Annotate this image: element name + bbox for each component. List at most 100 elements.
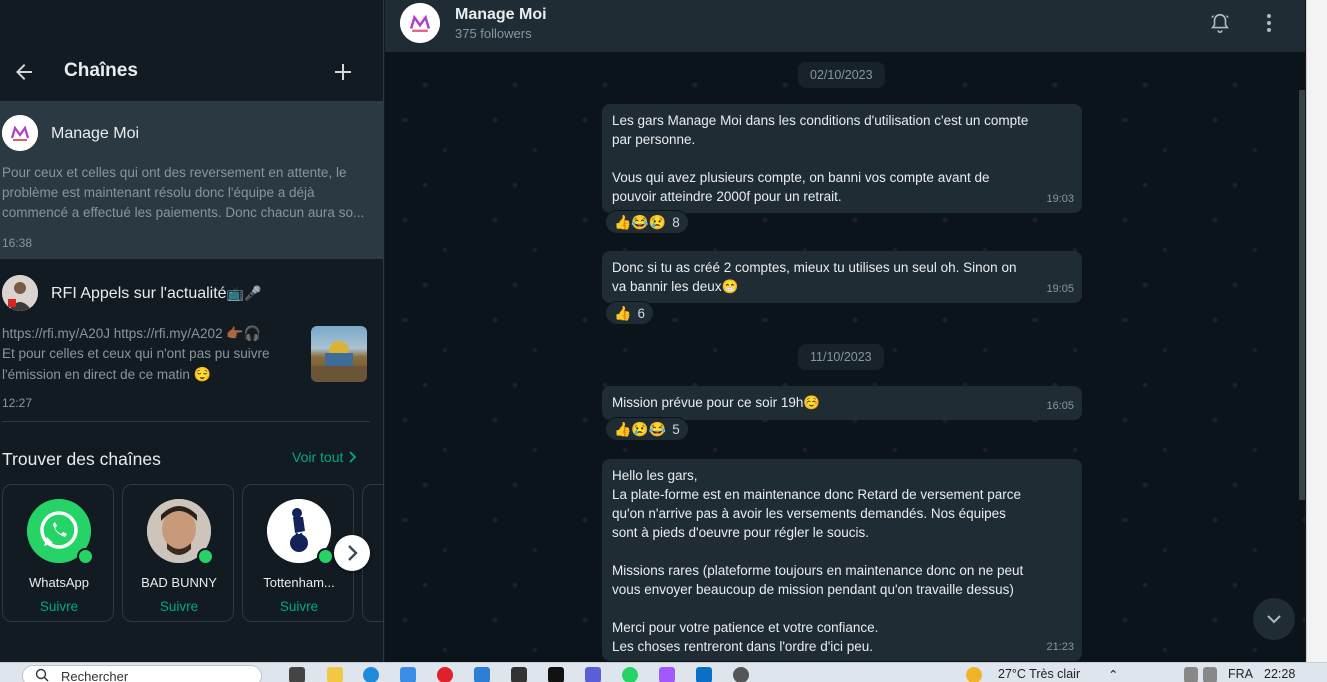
date-separator: 11/10/2023	[798, 344, 884, 370]
settings-icon[interactable]	[733, 667, 749, 682]
channels-title: Chaînes	[64, 60, 138, 81]
channel-last-message: Pour ceux et celles qui ont des reversem…	[2, 165, 365, 220]
chevron-down-icon	[1267, 615, 1281, 624]
channel-item-manage-moi[interactable]: Manage Moi Pour ceux et celles qui ont d…	[0, 101, 383, 259]
channel-name-row: RFI Appels sur l'actualité📺🎤	[51, 285, 261, 303]
channel-message-line2: Et pour celles et ceux qui n'ont pas pu …	[2, 346, 270, 382]
channel-card-bad-bunny[interactable]: BAD BUNNY Suivre	[122, 484, 234, 622]
channel-conversation: Manage Moi 375 followers 02/10/2023 Les …	[385, 0, 1305, 662]
reaction-emojis: 👍	[614, 304, 632, 321]
reaction-count: 8	[672, 214, 680, 230]
date-separator: 02/10/2023	[798, 62, 885, 88]
bell-icon[interactable]	[1209, 12, 1231, 34]
follow-button[interactable]: Suivre	[3, 599, 115, 614]
channel-item-rfi[interactable]: RFI Appels sur l'actualité📺🎤 https://rfi…	[0, 263, 383, 413]
chevron-right-icon	[348, 545, 358, 561]
card-name: WhatsApp	[29, 575, 89, 590]
message-bubble[interactable]: Donc si tu as créé 2 comptes, mieux tu u…	[602, 251, 1082, 303]
manage-moi-logo-icon	[400, 3, 440, 43]
channels-panel: Chaînes Manage Moi Pour ceux et celles q…	[0, 0, 384, 662]
see-all-link[interactable]: Voir tout	[292, 449, 357, 465]
tray-chevron-up-icon[interactable]: ⌃	[1108, 667, 1118, 682]
channel-card-whatsapp[interactable]: WhatsApp Suivre	[2, 484, 114, 622]
message-bubble[interactable]: Les gars Manage Moi dans les conditions …	[602, 104, 1082, 213]
card-name: Tottenham...	[263, 575, 335, 590]
app-window: Chaînes Manage Moi Pour ceux et celles q…	[0, 0, 1327, 682]
channel-thumbnail-image	[311, 326, 367, 382]
message-text: Les gars Manage Moi dans les conditions …	[612, 113, 1029, 204]
followers-count: 375 followers	[455, 26, 532, 41]
scroll-to-bottom-button[interactable]	[1253, 598, 1295, 640]
reactions[interactable]: 👍😂😢 8	[605, 210, 689, 234]
manage-moi-avatar[interactable]	[400, 3, 440, 43]
conversation-header[interactable]: Manage Moi 375 followers	[385, 0, 1305, 52]
channel-name: Manage Moi	[51, 125, 140, 142]
verified-badge-icon	[77, 548, 94, 565]
weather-text[interactable]: 27°C Très clair	[998, 667, 1080, 681]
search-icon	[35, 668, 49, 682]
tiktok-icon[interactable]	[548, 667, 564, 682]
language-indicator[interactable]: FRA	[1228, 667, 1253, 681]
volume-icon[interactable]	[1203, 667, 1217, 682]
reactions[interactable]: 👍 6	[605, 301, 654, 325]
rfi-person-icon	[2, 275, 38, 311]
dell-icon[interactable]	[511, 667, 527, 682]
message-text: Hello les gars, La plate-forme est en ma…	[612, 468, 1024, 654]
message-time: 16:05	[1046, 400, 1074, 412]
opera-icon[interactable]	[437, 667, 453, 682]
file-explorer-icon[interactable]	[327, 667, 343, 682]
message-text: Mission prévue pour ce soir 19h☺️	[612, 395, 821, 410]
next-cards-button[interactable]	[334, 535, 370, 571]
whatsapp-taskbar-icon[interactable]	[622, 667, 638, 682]
reactions[interactable]: 👍😢😂 5	[605, 417, 689, 441]
reaction-emojis: 👍😢😂	[614, 420, 667, 437]
channels-header: Chaînes	[0, 0, 383, 100]
follow-button[interactable]: Suivre	[243, 599, 355, 614]
clock[interactable]: 22:28	[1264, 667, 1295, 681]
rfi-avatar	[2, 275, 38, 311]
add-channel-icon[interactable]	[331, 60, 355, 84]
taskbar-search[interactable]: Rechercher	[22, 665, 262, 682]
channel-message-line1: https://rfi.my/A20J https://rfi.my/A202	[2, 326, 223, 341]
verified-badge-icon	[317, 548, 334, 565]
figma-icon[interactable]	[659, 667, 675, 682]
store-icon[interactable]	[400, 667, 416, 682]
search-placeholder: Rechercher	[61, 669, 129, 682]
task-view-icon[interactable]	[289, 667, 305, 682]
media-player-icon[interactable]	[585, 667, 601, 682]
tv-emoji-icon: 📺🎤	[226, 285, 262, 301]
more-options-icon[interactable]	[1261, 12, 1277, 34]
message-text: Donc si tu as créé 2 comptes, mieux tu u…	[612, 260, 1021, 294]
card-name: BAD BUNNY	[141, 575, 217, 590]
channel-time: 16:38	[2, 236, 33, 250]
manage-moi-avatar	[2, 115, 38, 151]
manage-moi-logo-icon	[2, 115, 38, 151]
follow-button[interactable]: Suivre	[123, 599, 235, 614]
reaction-count: 5	[672, 421, 680, 437]
edge-icon[interactable]	[363, 667, 379, 682]
pointing-emoji-icon: 👉🏾🎧	[226, 325, 262, 341]
app-icon[interactable]	[696, 667, 712, 682]
message-bubble[interactable]: Hello les gars, La plate-forme est en ma…	[602, 459, 1082, 661]
wifi-icon[interactable]	[1184, 667, 1198, 682]
scrollbar[interactable]	[1299, 90, 1305, 500]
channel-time: 12:27	[2, 396, 33, 410]
suggested-channels: WhatsApp Suivre BAD BUNNY Suivre Tottenh…	[0, 484, 383, 622]
weather-moon-icon	[966, 667, 982, 682]
browser-side-strip	[1306, 0, 1327, 662]
conversation-title: Manage Moi	[455, 6, 547, 23]
divider	[2, 421, 370, 422]
windows-taskbar: Rechercher 27°C Très clair ⌃ FRA 22:28	[0, 662, 1327, 682]
reaction-count: 6	[637, 305, 645, 321]
channel-name: RFI Appels sur l'actualité	[51, 285, 227, 302]
verified-badge-icon	[197, 548, 214, 565]
channel-last-message: https://rfi.my/A20J https://rfi.my/A202 …	[2, 323, 302, 385]
chevron-right-icon	[349, 451, 357, 463]
message-time: 19:03	[1046, 193, 1074, 205]
back-arrow-icon[interactable]	[12, 60, 36, 84]
see-all-label: Voir tout	[292, 449, 344, 465]
mail-icon[interactable]	[474, 667, 490, 682]
message-bubble[interactable]: Mission prévue pour ce soir 19h☺️ 16:05	[602, 386, 1082, 420]
reaction-emojis: 👍😂😢	[614, 213, 667, 230]
find-channels-title: Trouver des chaînes	[2, 449, 161, 469]
